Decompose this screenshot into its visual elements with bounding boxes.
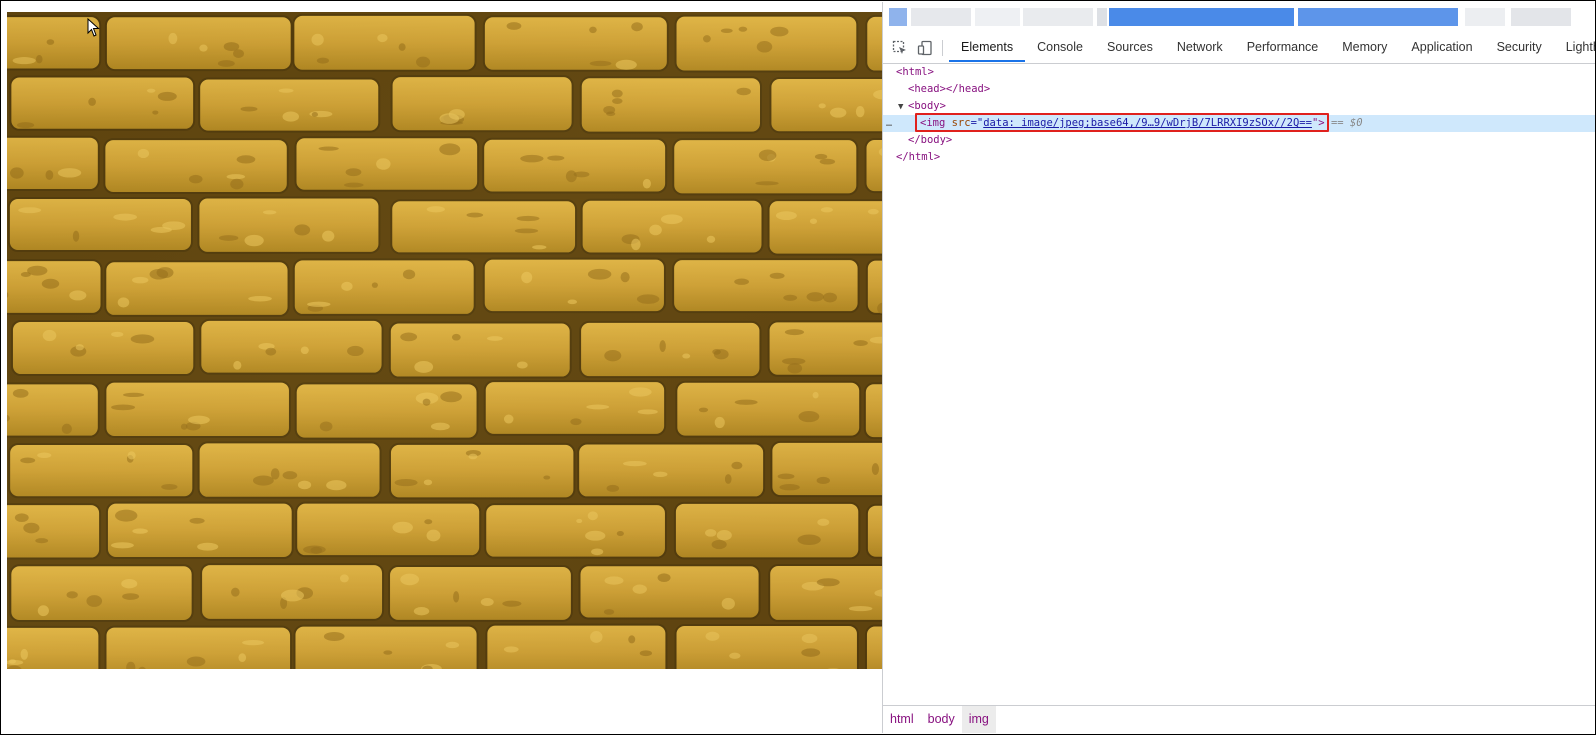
tab-performance[interactable]: Performance: [1235, 33, 1331, 62]
devtools-toolbar: Elements Console Sources Network Perform…: [883, 33, 1595, 64]
selected-node-marker: == $0: [1330, 117, 1363, 129]
img-attr-name: src: [951, 117, 971, 129]
html-open-tag: <html>: [896, 66, 934, 78]
dom-node-img[interactable]: … <img src="data: image/jpeg;base64,/9…9…: [883, 113, 1595, 132]
tab-security[interactable]: Security: [1485, 33, 1554, 62]
dom-node-html[interactable]: <html>: [883, 64, 1595, 81]
page-viewport: [2, 2, 882, 733]
breadcrumb-body[interactable]: body: [921, 706, 962, 733]
devtools-panel: Elements Console Sources Network Perform…: [882, 2, 1595, 733]
brick-wall-image[interactable]: [7, 12, 882, 669]
img-attr-eq: =": [970, 117, 984, 129]
body-open-tag: <body>: [908, 100, 946, 112]
img-close-bracket: ">: [1311, 117, 1325, 129]
tab-application[interactable]: Application: [1399, 33, 1484, 62]
head-tag: <head></head>: [908, 83, 991, 95]
breadcrumb-html[interactable]: html: [883, 706, 921, 733]
dom-node-html-close[interactable]: </html>: [883, 149, 1595, 166]
img-src-link[interactable]: data: image/jpeg;base64,/9…9/wDrjB/7LRRX…: [983, 117, 1312, 129]
dom-node-body-close[interactable]: </body>: [883, 132, 1595, 149]
tab-console[interactable]: Console: [1025, 33, 1095, 62]
blurred-url-bar: [883, 2, 1595, 33]
dom-tree: <html> <head></head> ▼ <body> … <img src=…: [883, 64, 1595, 704]
tab-elements[interactable]: Elements: [949, 33, 1026, 62]
tab-lighthouse[interactable]: Lighthou: [1554, 33, 1595, 62]
mouse-cursor-icon: [87, 18, 100, 37]
tab-sources[interactable]: Sources: [1095, 33, 1165, 62]
dom-node-body[interactable]: ▼ <body>: [883, 98, 1595, 116]
inspect-element-icon[interactable]: [891, 39, 909, 57]
dom-node-head[interactable]: <head></head>: [883, 81, 1595, 98]
breadcrumb: html body img: [883, 705, 1595, 733]
devtools-tabs: Elements Console Sources Network Perform…: [949, 33, 1595, 63]
tab-memory[interactable]: Memory: [1330, 33, 1399, 62]
breadcrumb-img[interactable]: img: [961, 706, 996, 733]
html-close-tag: </html>: [896, 151, 941, 163]
expand-arrow-icon[interactable]: ▼: [883, 99, 908, 116]
body-close-tag: </body>: [908, 134, 953, 146]
more-options-icon[interactable]: …: [886, 115, 892, 132]
tab-network[interactable]: Network: [1165, 33, 1235, 62]
device-toggle-icon[interactable]: [916, 39, 934, 57]
browser-window: Elements Console Sources Network Perform…: [0, 0, 1596, 735]
img-open-tag: <img: [920, 117, 952, 129]
toolbar-separator: [942, 40, 943, 56]
